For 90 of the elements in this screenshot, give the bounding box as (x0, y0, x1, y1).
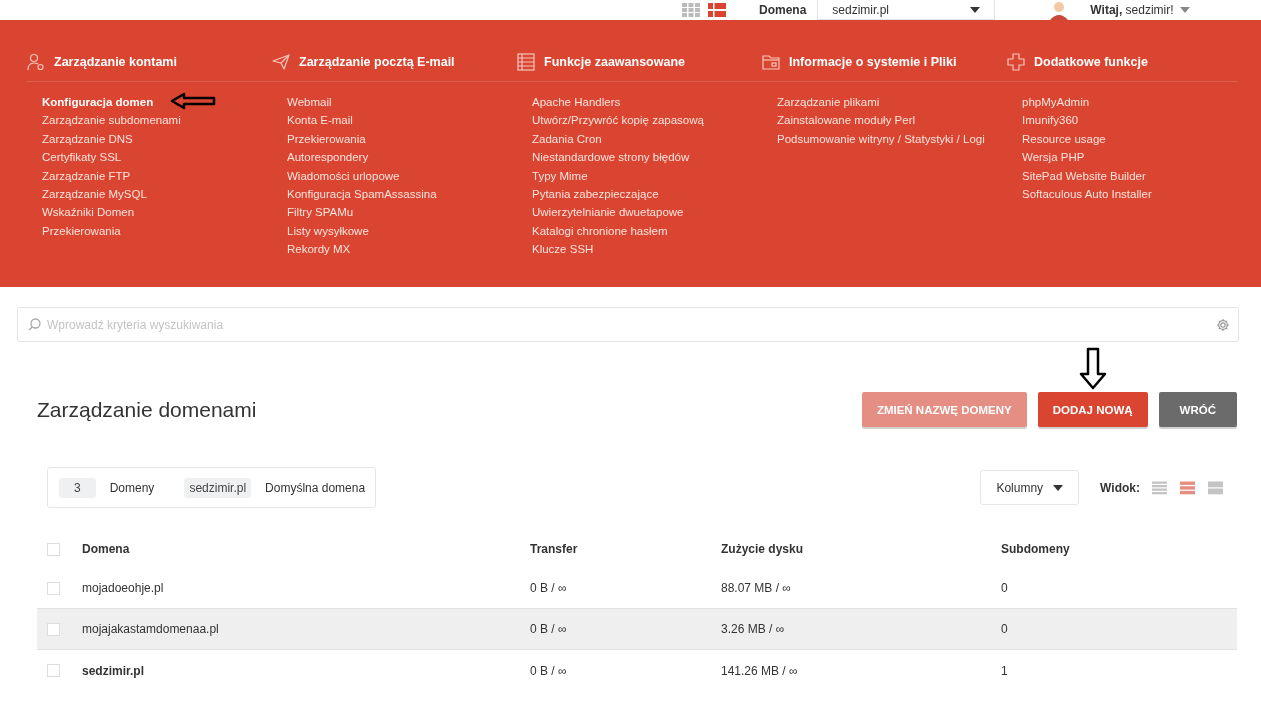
view-mode-icon[interactable] (1152, 480, 1167, 495)
folder-icon (762, 53, 780, 71)
table-cell: 3.26 MB / ∞ (721, 622, 785, 636)
table-cell: 88.07 MB / ∞ (721, 581, 791, 595)
summary-label: Domeny (109, 480, 155, 495)
table-cell: 0 (1001, 581, 1008, 595)
menu-link[interactable]: Konfiguracja SpamAssassina (287, 185, 437, 204)
caret-icon[interactable] (1053, 484, 1064, 491)
arrow-left-icon (170, 92, 216, 110)
menu-link[interactable]: Zarządzanie subdomenami (42, 111, 181, 130)
menu-link[interactable]: Wersja PHP (1022, 148, 1085, 167)
menu-link[interactable]: Konta E-mail (287, 111, 353, 130)
summary-value: 3 (59, 477, 96, 498)
grid-view-icon[interactable] (682, 3, 700, 17)
menu-link[interactable]: Listy wysyłkowe (287, 221, 369, 241)
search-icon (28, 318, 41, 331)
menu-link[interactable]: Imunify360 (1022, 111, 1079, 130)
caret-icon[interactable] (970, 6, 981, 13)
table-row[interactable]: mojajakastamdomenaa.pl 0 B / ∞ 3.26 MB / ∞ 0 (37, 609, 1237, 650)
menu-link[interactable]: Przekierowania (42, 221, 121, 241)
menu-link[interactable]: Uwierzytelnianie dwuetapowe (532, 203, 684, 222)
menu-link[interactable]: Wskaźniki Domen (42, 203, 135, 222)
table-cell: 0 B / ∞ (530, 581, 567, 595)
user-settings-icon (27, 53, 45, 71)
checkbox[interactable] (47, 581, 60, 595)
menu-link[interactable]: Klucze SSH (532, 240, 594, 259)
table-cell: 0 B / ∞ (530, 663, 567, 678)
checkbox[interactable] (47, 622, 60, 636)
menu-link[interactable]: Resource usage (1022, 129, 1106, 149)
search-field[interactable]: Wprowadź kryteria wyszukiwania (17, 307, 1239, 342)
menu-link[interactable]: Autorespondery (287, 148, 369, 167)
menu-link[interactable]: Typy Mime (532, 166, 588, 186)
view-mode-icon[interactable] (1180, 480, 1195, 495)
view-mode-icon[interactable] (1208, 480, 1223, 495)
menu-section-title: Zarządzanie kontami (54, 55, 177, 69)
menu-link[interactable]: Softaculous Auto Installer (1022, 185, 1152, 204)
menu-link[interactable]: Zarządzanie plikami (777, 93, 880, 112)
action-button[interactable]: WRÓĆ (1158, 392, 1237, 427)
menu-link[interactable]: Przekierowania (287, 129, 366, 149)
table-cell: 141.26 MB / ∞ (721, 663, 798, 678)
greeting-text: Witaj, sedzimir! (1090, 3, 1174, 17)
column-header[interactable]: Subdomeny (1001, 542, 1070, 556)
menu-link[interactable]: Zarządzanie FTP (42, 166, 131, 186)
column-header[interactable]: Zużycie dysku (721, 542, 804, 556)
settings-icon[interactable] (1216, 318, 1230, 332)
menu-link[interactable]: Utwórz/Przywróć kopię zapasową (532, 111, 704, 130)
menu-link[interactable]: Katalogi chronione hasłem (532, 221, 668, 241)
arrow-down-icon (1079, 347, 1107, 390)
page-title: Zarządzanie domenami (37, 397, 257, 422)
menu-link[interactable]: Niestandardowe strony błędów (532, 148, 690, 167)
menu-link[interactable]: Podsumowanie witryny / Statystyki / Logi (777, 129, 985, 149)
table-cell: mojajakastamdomenaa.pl (82, 622, 219, 636)
columns-dropdown[interactable]: Kolumny (980, 470, 1080, 505)
menu-link[interactable]: Zarządzanie DNS (42, 129, 133, 149)
menu-link[interactable]: Konfiguracja domen (42, 93, 154, 112)
table-cell: sedzimir.pl (82, 663, 145, 678)
table-cell: 0 (1001, 622, 1008, 636)
menu-link[interactable]: Zarządzanie MySQL (42, 185, 147, 204)
table-cell: 0 B / ∞ (530, 622, 567, 636)
menu-section-title: Informacje o systemie i Pliki (789, 55, 957, 69)
menu-link[interactable]: Rekordy MX (287, 240, 351, 259)
column-header[interactable]: Transfer (530, 542, 578, 556)
menu-link[interactable]: Filtry SPAMu (287, 203, 354, 222)
menu-link[interactable]: Pytania zabezpieczające (532, 185, 659, 204)
menu-link[interactable]: SitePad Website Builder (1022, 166, 1146, 186)
menu-link[interactable]: Zadania Cron (532, 129, 602, 149)
menu-link[interactable]: Webmail (287, 93, 332, 112)
action-button[interactable]: DODAJ NOWĄ (1037, 392, 1148, 427)
menu-link[interactable]: Wiadomości urlopowe (287, 166, 400, 186)
column-header[interactable]: Domena (82, 542, 130, 556)
summary-label: Domyślna domena (265, 480, 366, 495)
domain-label: Domena (759, 3, 807, 17)
menu-link[interactable]: Certyfikaty SSL (42, 148, 122, 167)
table-row[interactable]: sedzimir.pl 0 B / ∞ 141.26 MB / ∞ 1 (37, 650, 1237, 691)
paper-plane-icon (272, 53, 290, 71)
plus-icon (1007, 53, 1025, 71)
list-view-icon[interactable] (708, 3, 726, 17)
table-cell: 1 (1001, 663, 1008, 678)
view-label: Widok: (1100, 480, 1140, 495)
menu-link[interactable]: Zainstalowane moduły Perl (777, 111, 916, 130)
checkbox[interactable] (47, 542, 60, 556)
menu-section-title: Funkcje zaawansowane (544, 55, 686, 69)
menu-section-title: Dodatkowe funkcje (1034, 55, 1148, 69)
table-cell: mojadoeohje.pl (82, 581, 164, 595)
checkbox[interactable] (47, 664, 60, 677)
menu-link[interactable]: phpMyAdmin (1022, 93, 1090, 112)
list-icon (517, 53, 535, 71)
menu-section-title: Zarządzanie pocztą E-mail (299, 55, 455, 69)
menu-link[interactable]: Apache Handlers (532, 93, 621, 112)
summary-value: sedzimir.pl (184, 477, 252, 498)
